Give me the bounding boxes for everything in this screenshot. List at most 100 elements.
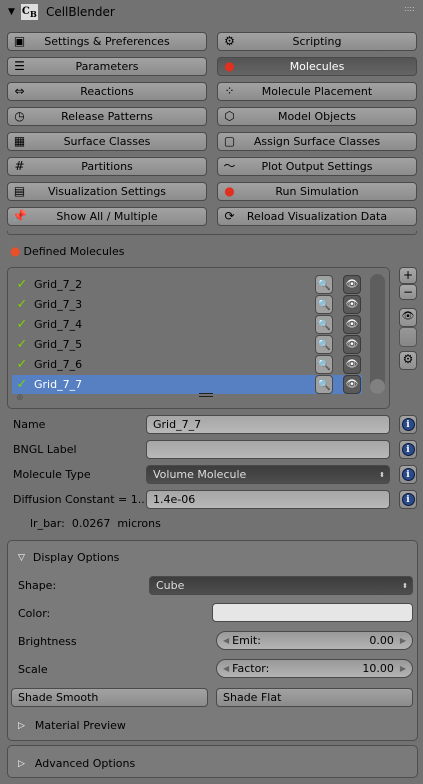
nav-button-label: Release Patterns [61, 110, 153, 123]
decrement-arrow-icon[interactable]: ◀ [223, 664, 229, 673]
show-all-button[interactable]: 👁 [399, 308, 417, 327]
check-icon: ✓ [16, 317, 28, 332]
molecule-name: Grid_7_6 [34, 358, 83, 371]
shade-smooth-button[interactable]: Shade Smooth [11, 688, 208, 707]
nav-button-release-patterns[interactable]: ◷ Release Patterns [7, 107, 207, 126]
color-swatch[interactable] [212, 603, 413, 622]
advanced-options-header[interactable]: ▷ Advanced Options [18, 757, 135, 770]
shape-value: Cube [156, 579, 185, 592]
bngl-input[interactable] [146, 440, 390, 459]
material-preview-header[interactable]: ▷ Material Preview [18, 719, 126, 732]
nav-button-label: Surface Classes [63, 135, 151, 148]
nav-button-plot-output-settings[interactable]: 〜 Plot Output Settings [217, 157, 417, 176]
nav-button-assign-surface-classes[interactable]: ▢ Assign Surface Classes [217, 132, 417, 151]
eye-icon[interactable]: 👁 [343, 375, 361, 394]
magnifier-icon[interactable]: 🔍 [315, 295, 333, 314]
scale-label: Scale [18, 663, 48, 676]
nav-button-parameters[interactable]: ☰ Parameters [7, 57, 207, 76]
molecule-type-select[interactable]: Volume Molecule ⬍ [146, 465, 390, 484]
record-icon: ● [224, 184, 235, 198]
eye-icon[interactable]: 👁 [343, 295, 361, 314]
advanced-options-title: Advanced Options [34, 757, 136, 770]
increment-arrow-icon[interactable]: ▶ [400, 664, 406, 673]
factor-slider[interactable]: ◀ Factor: 10.00 ▶ [216, 659, 413, 678]
magnifier-icon[interactable]: 🔍 [315, 275, 333, 294]
magnifier-icon[interactable]: 🔍 [315, 355, 333, 374]
decrement-arrow-icon[interactable]: ◀ [223, 636, 229, 645]
display-options-header[interactable]: ▽ Display Options [18, 551, 119, 564]
nav-button-visualization-settings[interactable]: ▤ Visualization Settings [7, 182, 207, 201]
info-icon: i [401, 493, 415, 506]
clock-icon: ◷ [14, 109, 25, 123]
nav-button-surface-classes[interactable]: ▦ Surface Classes [7, 132, 207, 151]
plot-icon: 〜 [223, 159, 236, 173]
color-label: Color: [18, 607, 51, 620]
eye-icon[interactable]: 👁 [343, 355, 361, 374]
updown-icon: ⬍ [402, 581, 408, 590]
add-filter-icon[interactable]: ⊕ [16, 393, 24, 403]
list-item[interactable]: ✓ Grid_7_7 [12, 375, 362, 394]
panel-header[interactable]: ▼ CB CellBlender [8, 3, 115, 21]
shape-label: Shape: [18, 579, 57, 592]
divider [7, 231, 417, 235]
reactions-arrow-icon: ⇔ [14, 84, 25, 98]
grid-icon: # [14, 159, 25, 173]
nav-button-molecule-placement[interactable]: ⁘ Molecule Placement [217, 82, 417, 101]
magnifier-icon[interactable]: 🔍 [315, 335, 333, 354]
add-molecule-button[interactable]: + [399, 267, 417, 284]
drag-handle-icon[interactable]: :::: [404, 4, 415, 13]
emit-slider[interactable]: ◀ Emit: 0.00 ▶ [216, 631, 413, 650]
nav-button-scripting[interactable]: ⚙ Scripting [217, 32, 417, 51]
nav-button-reactions[interactable]: ⇔ Reactions [7, 82, 207, 101]
eye-icon[interactable]: 👁 [343, 275, 361, 294]
list-scrollbar[interactable] [370, 274, 385, 394]
magnifier-icon[interactable]: 🔍 [315, 315, 333, 334]
name-input[interactable]: Grid_7_7 [146, 415, 390, 434]
pin-icon: 📌 [12, 209, 27, 223]
updown-icon: ⬍ [379, 470, 385, 479]
nav-button-show-all-multiple[interactable]: 📌 Show All / Multiple [7, 207, 207, 226]
eye-icon[interactable]: 👁 [343, 315, 361, 334]
settings-gear-button[interactable]: ⚙ [399, 351, 417, 370]
molecule-type-label: Molecule Type [13, 468, 91, 481]
list-item[interactable]: ✓ Grid_7_5 [12, 335, 362, 354]
nav-button-model-objects[interactable]: ⬡ Model Objects [217, 107, 417, 126]
list-item[interactable]: ✓ Grid_7_3 [12, 295, 362, 314]
name-info-button[interactable]: i [399, 415, 417, 434]
nav-button-run-simulation[interactable]: ● Run Simulation [217, 182, 417, 201]
info-icon: i [401, 468, 415, 481]
nav-button-molecules[interactable]: ● Molecules [217, 57, 417, 76]
mesh-object-icon: ⬡ [224, 109, 235, 123]
list-item[interactable]: ✓ Grid_7_6 [12, 355, 362, 374]
shade-flat-button[interactable]: Shade Flat [216, 688, 413, 707]
type-info-button[interactable]: i [399, 465, 417, 484]
resize-handle-icon[interactable] [199, 393, 213, 397]
collapsed-triangle-icon: ▷ [18, 758, 25, 769]
defined-molecules-header: ● Defined Molecules [10, 244, 125, 258]
display-options-title: Display Options [32, 551, 120, 564]
list-item[interactable]: ✓ Grid_7_2 [12, 275, 362, 294]
name-label: Name [13, 418, 46, 431]
magnifier-icon[interactable]: 🔍 [315, 375, 333, 394]
nav-button-reload-visualization-data[interactable]: ⟳ Reload Visualization Data [217, 207, 417, 226]
nav-button-settings-preferences[interactable]: ▣ Settings & Preferences [7, 32, 207, 51]
diffusion-input[interactable]: 1.4e-06 [146, 490, 390, 509]
check-icon: ✓ [16, 297, 28, 312]
list-item[interactable]: ✓ Grid_7_4 [12, 315, 362, 334]
shape-select[interactable]: Cube ⬍ [149, 576, 413, 595]
eye-icon[interactable]: 👁 [343, 335, 361, 354]
remove-molecule-button[interactable]: − [399, 284, 417, 300]
emit-value: 0.00 [369, 634, 394, 647]
nav-button-label: Visualization Settings [47, 185, 167, 198]
increment-arrow-icon[interactable]: ▶ [400, 636, 406, 645]
shade-smooth-label: Shade Smooth [18, 691, 99, 704]
nav-button-label: Assign Surface Classes [253, 135, 381, 148]
cube-icon: ▢ [223, 134, 236, 148]
bngl-info-button[interactable]: i [399, 440, 417, 459]
diffusion-info-button[interactable]: i [399, 490, 417, 509]
nav-button-label: Reactions [80, 85, 134, 98]
check-icon: ✓ [16, 377, 28, 392]
nav-button-partitions[interactable]: # Partitions [7, 157, 207, 176]
hide-all-button[interactable] [399, 327, 417, 347]
expanded-triangle-icon: ▽ [18, 552, 25, 563]
